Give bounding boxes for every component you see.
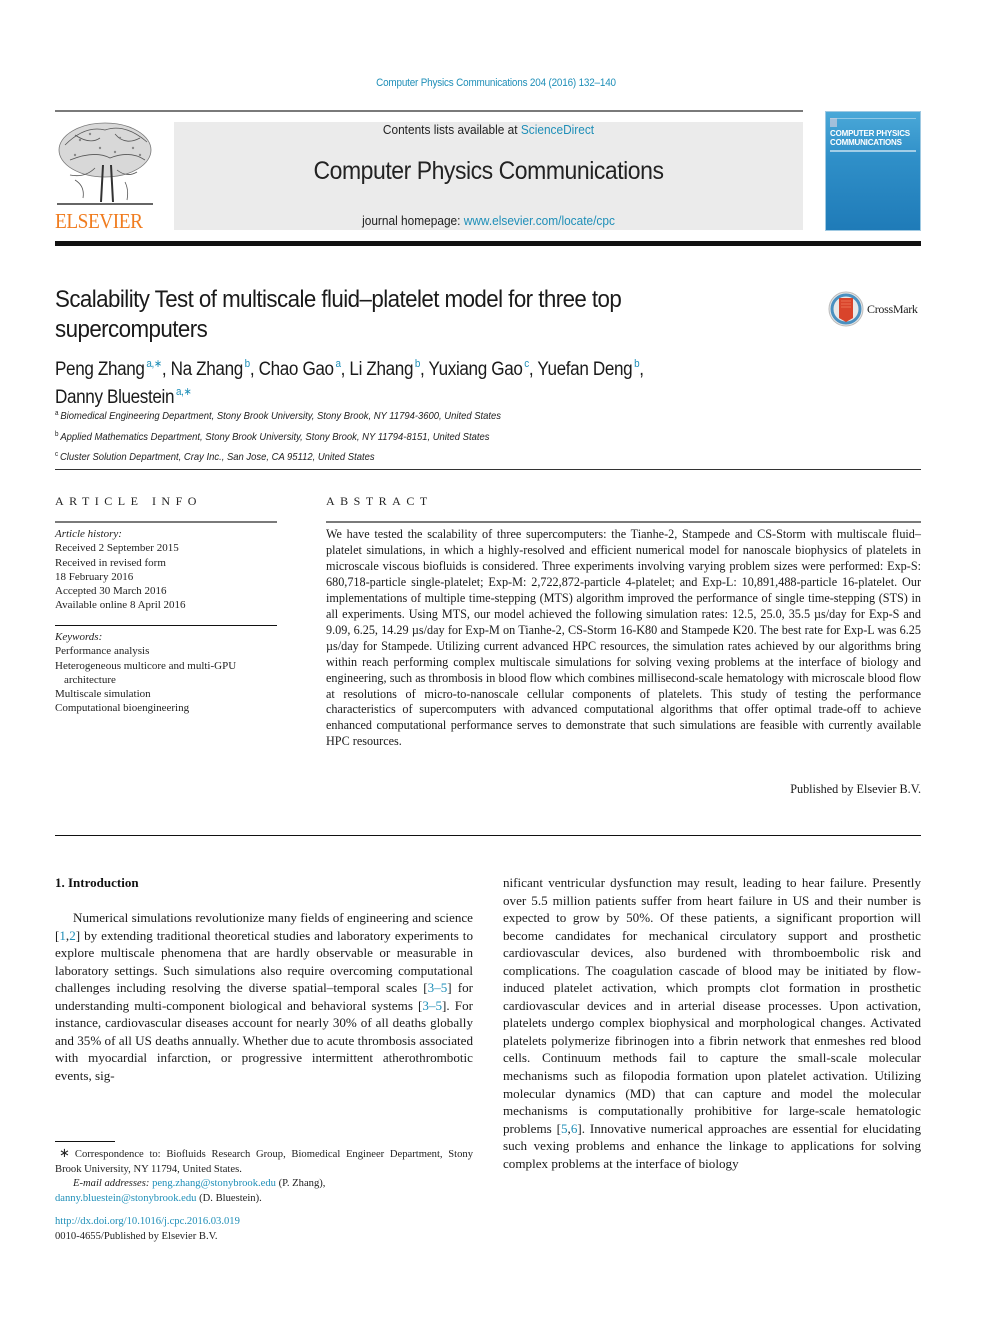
cover-subtitle-bar bbox=[830, 150, 916, 152]
elsevier-wordmark: ELSEVIER bbox=[55, 209, 143, 233]
author-affiliation-marker[interactable]: a,∗ bbox=[146, 358, 162, 370]
affiliation: a Biomedical Engineering Department, Ston… bbox=[55, 405, 685, 426]
abstract-rule bbox=[326, 521, 921, 523]
history-item: Received 2 September 2015 bbox=[55, 542, 179, 555]
history-item: Available online 8 April 2016 bbox=[55, 599, 186, 612]
corresponding-star: ∗ bbox=[59, 1145, 70, 1160]
email-owner: (D. Bluestein). bbox=[196, 1192, 262, 1204]
body-text: ] by extending traditional theoretical s… bbox=[55, 927, 473, 996]
affiliation-list: a Biomedical Engineering Department, Ston… bbox=[55, 405, 685, 467]
doi-block: http://dx.doi.org/10.1016/j.cpc.2016.03.… bbox=[55, 1215, 240, 1244]
author-name: Chao Gao bbox=[258, 359, 334, 380]
author-list: Peng Zhang a,∗, Na Zhang b, Chao Gao a, Li … bbox=[55, 353, 703, 409]
published-by: Published by Elsevier B.V. bbox=[790, 782, 921, 796]
keywords-label: Keywords: bbox=[55, 631, 103, 643]
history-item: Accepted 30 March 2016 bbox=[55, 585, 167, 598]
keyword: Multiscale simulation bbox=[55, 688, 151, 701]
keyword: Performance analysis bbox=[55, 645, 150, 658]
affiliation-key: b bbox=[55, 430, 59, 438]
author[interactable]: Yuefan Deng b bbox=[537, 358, 639, 380]
citation-link[interactable]: 3–5 bbox=[428, 980, 448, 995]
author-separator: , bbox=[420, 359, 429, 380]
author-name: Li Zhang bbox=[349, 359, 414, 380]
history-item: Received in revised form bbox=[55, 556, 166, 569]
journal-reference-link[interactable]: Computer Physics Communications 204 (201… bbox=[50, 77, 943, 89]
homepage-link[interactable]: www.elsevier.com/locate/cpc bbox=[464, 214, 615, 228]
affiliation-text: Cluster Solution Department, Cray Inc., … bbox=[59, 451, 375, 463]
email-link[interactable]: peng.zhang@stonybrook.edu bbox=[152, 1178, 276, 1189]
email-label: E-mail addresses: bbox=[73, 1178, 153, 1189]
affiliation-key: c bbox=[55, 451, 59, 458]
article-info-heading: ARTICLE INFO bbox=[55, 494, 202, 508]
author[interactable]: Li Zhang b bbox=[349, 358, 420, 380]
author-name: Yuxiang Gao bbox=[428, 359, 523, 380]
email-line: E-mail addresses: peng.zhang@stonybrook.… bbox=[55, 1177, 473, 1192]
intro-right-column: nificant ventricular dysfunction may res… bbox=[503, 874, 921, 1172]
cover-title: COMPUTER PHYSICS COMMUNICATIONS bbox=[830, 129, 918, 147]
email-line: danny.bluestein@stonybrook.edu (D. Blues… bbox=[55, 1192, 473, 1207]
journal-cover-image[interactable]: COMPUTER PHYSICS COMMUNICATIONS bbox=[825, 111, 921, 231]
author-separator: , bbox=[249, 359, 259, 380]
header-thick-rule bbox=[55, 241, 921, 246]
contents-availability: Contents lists available at ScienceDirec… bbox=[190, 123, 788, 137]
header-top-rule bbox=[55, 110, 803, 112]
cover-header-strip bbox=[830, 115, 916, 119]
affiliation-key: a bbox=[55, 410, 59, 417]
author-name: Yuefan Deng bbox=[537, 359, 633, 380]
citation-link[interactable]: 3–5 bbox=[422, 998, 442, 1013]
correspondence-footnote: ∗ Correspondence to: Biofluids Research G… bbox=[55, 1145, 473, 1207]
keywords: Keywords: Performance analysis Heterogen… bbox=[55, 630, 277, 716]
email-link[interactable]: danny.bluestein@stonybrook.edu bbox=[55, 1193, 196, 1204]
article-info-rule bbox=[55, 521, 277, 523]
cover-title-line1: COMPUTER PHYSICS bbox=[830, 129, 910, 138]
sciencedirect-link[interactable]: ScienceDirect bbox=[521, 123, 594, 137]
crossmark-button[interactable]: CrossMark bbox=[828, 289, 924, 329]
keyword: Computational bioengineering bbox=[55, 702, 190, 715]
doi-link[interactable]: http://dx.doi.org/10.1016/j.cpc.2016.03.… bbox=[55, 1216, 240, 1227]
journal-homepage: journal homepage: www.elsevier.com/locat… bbox=[190, 214, 788, 228]
crossmark-icon bbox=[828, 291, 864, 327]
author[interactable]: Yuxiang Gao c bbox=[428, 358, 530, 380]
issn-line: 0010-4655/Published by Elsevier B.V. bbox=[55, 1230, 218, 1242]
affiliation-divider bbox=[55, 469, 921, 470]
journal-title: Computer Physics Communications bbox=[313, 157, 664, 185]
abstract-text: We have tested the scalability of three … bbox=[326, 527, 921, 749]
author-name: Na Zhang bbox=[170, 359, 244, 380]
email-owner: (P. Zhang), bbox=[275, 1178, 326, 1189]
cover-elsevier-icon bbox=[830, 118, 837, 127]
front-matter-divider bbox=[55, 835, 921, 836]
abstract-heading: ABSTRACT bbox=[326, 494, 433, 508]
history-label: Article history: bbox=[55, 528, 122, 540]
article-history: Article history: Received 2 September 20… bbox=[55, 527, 277, 613]
contents-prefix: Contents lists available at bbox=[382, 123, 521, 137]
cover-title-line2: COMMUNICATIONS bbox=[830, 138, 902, 147]
footnote-rule bbox=[55, 1141, 115, 1142]
author-separator: , bbox=[340, 359, 350, 380]
author[interactable]: Na Zhang b bbox=[170, 358, 251, 380]
intro-left-column: Numerical simulations revolutionize many… bbox=[55, 909, 473, 1084]
author[interactable]: Peng Zhang a,∗ bbox=[55, 358, 162, 380]
history-item: 18 February 2016 bbox=[55, 570, 134, 583]
author-separator: , bbox=[639, 359, 644, 380]
author-separator: , bbox=[161, 359, 171, 380]
author-affiliation-marker[interactable]: a,∗ bbox=[176, 386, 192, 398]
correspondence-text: Correspondence to: Biofluids Research Gr… bbox=[55, 1149, 473, 1175]
author-name: Peng Zhang bbox=[55, 359, 145, 380]
affiliation: c Cluster Solution Department, Cray Inc.,… bbox=[55, 446, 685, 467]
keywords-rule bbox=[55, 625, 277, 626]
crossmark-label: CrossMark bbox=[867, 301, 918, 316]
keyword: Heterogeneous multicore and multi-GPU bbox=[55, 659, 237, 672]
affiliation-text: Applied Mathematics Department, Stony Br… bbox=[60, 430, 490, 443]
author[interactable]: Chao Gao a bbox=[258, 358, 341, 380]
affiliation: b Applied Mathematics Department, Stony B… bbox=[55, 426, 685, 447]
section-heading-introduction: 1. Introduction bbox=[55, 875, 139, 890]
body-text: nificant ventricular dysfunction may res… bbox=[503, 875, 921, 1136]
correspondence-note: ∗ Correspondence to: Biofluids Research G… bbox=[55, 1145, 473, 1177]
keyword-continuation: architecture bbox=[64, 673, 116, 686]
article-title: Scalability Test of multiscale fluid–pla… bbox=[55, 286, 622, 343]
affiliation-text: Biomedical Engineering Department, Stony… bbox=[60, 410, 502, 422]
homepage-prefix: journal homepage: bbox=[362, 214, 464, 228]
author-separator: , bbox=[528, 359, 538, 380]
